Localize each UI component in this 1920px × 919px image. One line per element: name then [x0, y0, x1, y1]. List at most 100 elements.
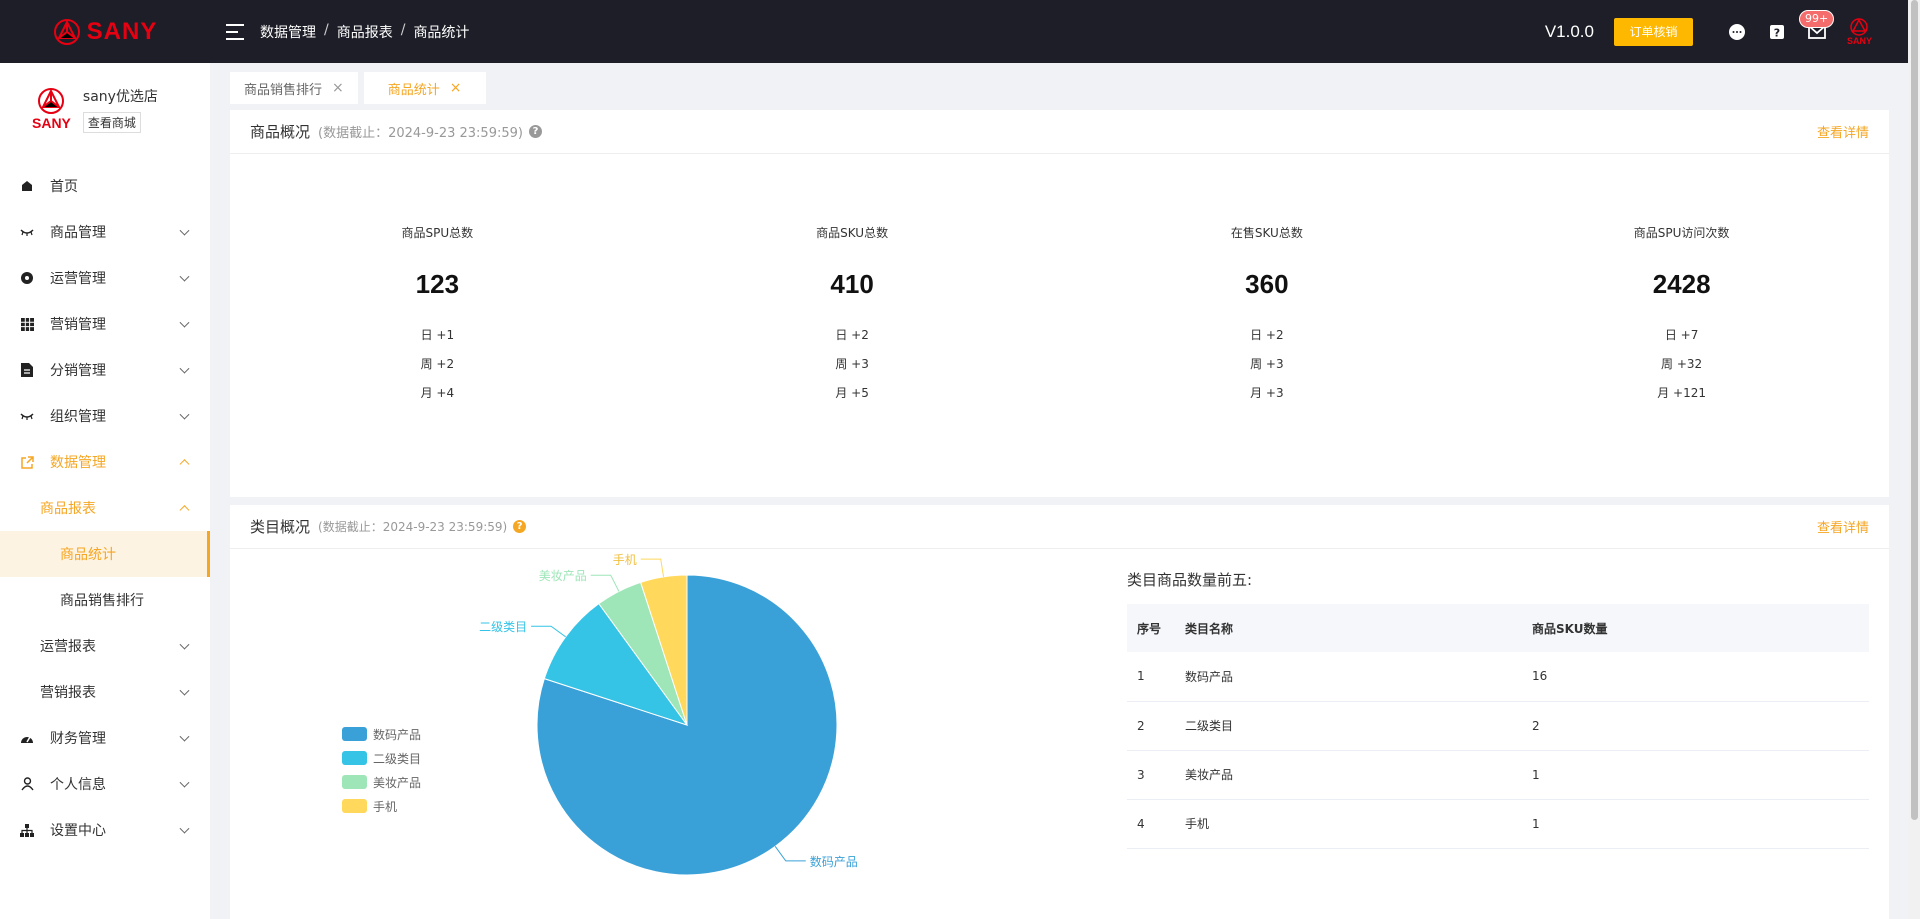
- category-body: 数码产品 二级类目 美妆产品 手机 数码产品 二级类目 美妆产品 手机 类目商品数量前五: …: [230, 549, 1889, 909]
- table-cell: 1: [1127, 652, 1175, 702]
- sidebar-item-product-statistics[interactable]: 商品统计: [0, 531, 210, 577]
- stat-label: 商品SPU访问次数: [1633, 226, 1730, 240]
- breadcrumb: 数据管理 / 商品报表 / 商品统计: [260, 22, 469, 42]
- legend-swatch: [342, 799, 367, 813]
- table-header-row: 序号 类目名称 商品SKU数量: [1127, 604, 1869, 652]
- table-cell: 美妆产品: [1175, 750, 1522, 800]
- stat-sku-total: 商品SKU总数 410 日 +2 周 +3 月 +5: [645, 154, 1060, 484]
- chevron-down-icon: [179, 639, 190, 650]
- table-row: 4 手机 1: [1127, 799, 1869, 849]
- legend-swatch: [342, 775, 367, 789]
- menu-toggle-icon[interactable]: [226, 23, 244, 40]
- order-verify-button[interactable]: 订单核销: [1613, 17, 1693, 46]
- mail-icon[interactable]: 99+: [1798, 9, 1835, 42]
- sidebar-item-product-report[interactable]: 商品报表: [0, 485, 210, 531]
- stat-on-sale-sku: 在售SKU总数 360 日 +2 周 +3 月 +3: [1060, 154, 1475, 484]
- sidebar-item-settings-center[interactable]: 设置中心: [0, 807, 210, 853]
- chevron-down-icon: [179, 685, 190, 696]
- pie-slice-label: 二级类目: [479, 620, 528, 635]
- help-icon[interactable]: ?: [1767, 22, 1787, 42]
- stat-value: 360: [1245, 269, 1289, 299]
- chat-icon[interactable]: [1727, 22, 1747, 42]
- sidebar-item-home[interactable]: 首页: [0, 163, 210, 209]
- data-cutoff-time: (数据截止：2024-9-23 23:59:59): [318, 126, 523, 141]
- sidebar-item-label: 数据管理: [50, 455, 106, 471]
- page-tabs: 商品销售排行 × 商品统计 ×: [230, 72, 486, 104]
- close-icon[interactable]: ×: [450, 80, 462, 96]
- table-cell: 3: [1127, 750, 1175, 800]
- legend-item[interactable]: 数码产品: [342, 722, 421, 746]
- view-details-link[interactable]: 查看详情: [1817, 122, 1869, 141]
- user-avatar[interactable]: SANY: [1846, 17, 1872, 46]
- table-row: 1 数码产品 16: [1127, 652, 1869, 702]
- sidebar-item-label: 个人信息: [50, 777, 106, 793]
- eye-icon: [20, 409, 34, 423]
- sidebar-item-distribution-management[interactable]: 分销管理: [0, 347, 210, 393]
- sidebar-item-data-management[interactable]: 数据管理: [0, 439, 210, 485]
- page-scrollbar[interactable]: [1908, 0, 1920, 919]
- stat-value: 410: [830, 269, 874, 299]
- scrollbar-thumb[interactable]: [1911, 0, 1918, 820]
- card-header: 类目概况 (数据截止：2024-9-23 23:59:59) ? 查看详情: [230, 505, 1889, 549]
- shop-logo-text: SANY: [32, 115, 71, 131]
- view-mall-button[interactable]: 查看商城: [82, 111, 141, 133]
- legend-swatch: [342, 751, 367, 765]
- sidebar-item-label: 财务管理: [50, 731, 106, 747]
- category-overview-card: 类目概况 (数据截止：2024-9-23 23:59:59) ? 查看详情 数码…: [230, 505, 1889, 919]
- chevron-up-icon: [179, 505, 190, 516]
- stats-row: 商品SPU总数 123 日 +1 周 +2 月 +4 商品SKU总数 410 日…: [230, 154, 1889, 484]
- sidebar-item-product-sales-ranking[interactable]: 商品销售排行: [0, 577, 210, 623]
- compass-icon: [20, 271, 34, 285]
- sidebar-item-marketing-report[interactable]: 营销报表: [0, 669, 210, 715]
- column-header: 商品SKU数量: [1522, 604, 1869, 652]
- breadcrumb-item[interactable]: 数据管理: [260, 22, 316, 42]
- sidebar: SANY sany优选店 查看商城 首页 商品管理 运营管理 营销管理 分销管理…: [0, 63, 210, 919]
- stat-day-change: 日 +2: [835, 328, 869, 342]
- pie-leader-line: [640, 558, 665, 577]
- table-cell: 16: [1522, 652, 1869, 702]
- pie-slice-label: 手机: [612, 553, 637, 568]
- breadcrumb-item-current: 商品统计: [413, 24, 470, 41]
- column-header: 序号: [1127, 604, 1175, 652]
- legend-item[interactable]: 美妆产品: [342, 770, 421, 794]
- avatar-logo-text: SANY: [1846, 35, 1872, 46]
- sidebar-item-label: 运营管理: [50, 271, 106, 287]
- sidebar-item-organization-management[interactable]: 组织管理: [0, 393, 210, 439]
- svg-text:?: ?: [1774, 26, 1780, 39]
- tab-product-statistics[interactable]: 商品统计 ×: [363, 72, 486, 104]
- breadcrumb-item[interactable]: 商品报表: [337, 22, 393, 42]
- sidebar-item-label: 商品管理: [50, 225, 106, 241]
- legend-label: 美妆产品: [373, 775, 422, 790]
- sidebar-item-personal-info[interactable]: 个人信息: [0, 761, 210, 807]
- help-icon[interactable]: ?: [528, 125, 542, 138]
- view-details-link[interactable]: 查看详情: [1817, 517, 1869, 536]
- column-header: 类目名称: [1175, 604, 1522, 652]
- table-cell: 二级类目: [1175, 701, 1522, 751]
- table-cell: 2: [1127, 701, 1175, 751]
- chevron-down-icon: [179, 823, 190, 834]
- home-icon: [20, 179, 34, 193]
- legend-item[interactable]: 手机: [342, 794, 421, 818]
- product-overview-card: 商品概况 (数据截止：2024-9-23 23:59:59) ? 查看详情 商品…: [230, 110, 1889, 497]
- dashboard-icon: [20, 731, 34, 745]
- close-icon[interactable]: ×: [332, 80, 344, 96]
- brand-logo[interactable]: SANY: [0, 0, 210, 63]
- sidebar-item-finance-management[interactable]: 财务管理: [0, 715, 210, 761]
- table-cell: 2: [1522, 701, 1869, 751]
- sidebar-item-product-management[interactable]: 商品管理: [0, 209, 210, 255]
- table-cell: 1: [1522, 750, 1869, 800]
- table-cell: 4: [1127, 799, 1175, 849]
- help-icon[interactable]: ?: [513, 520, 527, 533]
- sidebar-item-operation-report[interactable]: 运营报表: [0, 623, 210, 669]
- sidebar-item-marketing-management[interactable]: 营销管理: [0, 301, 210, 347]
- chevron-down-icon: [179, 271, 190, 282]
- sidebar-item-operation-management[interactable]: 运营管理: [0, 255, 210, 301]
- pie-leader-line: [774, 846, 806, 862]
- version-label: V1.0.0: [1544, 21, 1594, 41]
- table-cell: 数码产品: [1175, 652, 1522, 702]
- tab-product-sales-ranking[interactable]: 商品销售排行 ×: [230, 72, 358, 104]
- sidebar-menu: 首页 商品管理 运营管理 营销管理 分销管理 组织管理 数据管理 商品报表 商品…: [0, 163, 210, 853]
- sany-logo-icon: [1850, 17, 1869, 36]
- tab-label: 商品销售排行: [244, 82, 323, 98]
- legend-item[interactable]: 二级类目: [342, 746, 421, 770]
